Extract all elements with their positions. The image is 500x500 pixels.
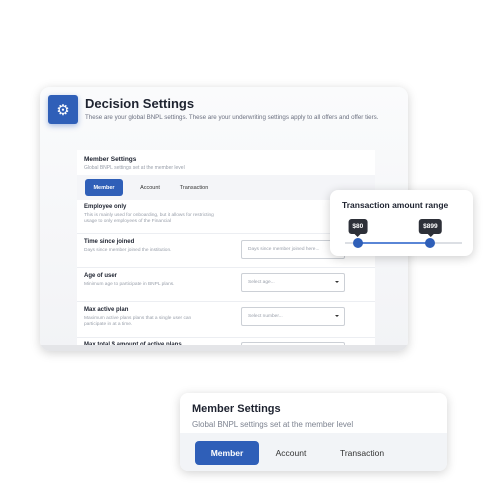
window-footer — [40, 345, 408, 351]
page-title: Decision Settings — [85, 96, 195, 111]
card-subtitle: Global BNPL settings set at the member l… — [84, 165, 185, 171]
row-desc: Days since member joined the institution… — [84, 248, 172, 253]
page-subtitle: These are your global BNPL settings. The… — [85, 114, 379, 121]
chevron-down-icon — [335, 315, 339, 317]
max-active-plan-select[interactable]: Select number... — [241, 307, 345, 326]
age-select[interactable]: Select age... — [241, 273, 345, 292]
max-value-tooltip: $899 — [419, 219, 442, 237]
range-title: Transaction amount range — [342, 200, 449, 210]
chevron-down-icon — [335, 281, 339, 283]
max-active-select-value: Select number... — [248, 314, 283, 319]
tab-transaction[interactable]: Transaction — [328, 441, 396, 465]
max-slider-handle[interactable] — [425, 238, 436, 248]
row-label: Max active plan — [84, 307, 129, 313]
transaction-range-card: Transaction amount range $80 $899 — [330, 190, 473, 256]
row-desc: Maximum active plans plans that a single… — [84, 316, 192, 327]
card-title: Member Settings — [84, 156, 137, 163]
min-value-tooltip: $80 — [348, 219, 368, 237]
card-subtitle: Global BNPL settings set at the member l… — [192, 420, 354, 429]
tab-transaction[interactable]: Transaction — [169, 179, 219, 196]
tab-member[interactable]: Member — [195, 441, 259, 465]
row-label: Time since joined — [84, 239, 135, 245]
row-age-of-user: Age of user Minimum age to participate i… — [77, 268, 375, 302]
row-desc: This is mainly used for onboarding, but … — [84, 213, 214, 224]
row-max-active-plan: Max active plan Maximum active plans pla… — [77, 302, 375, 338]
range-fill — [357, 242, 431, 244]
row-desc: Minimum age to participate in BNPL plans… — [84, 282, 175, 287]
tab-member[interactable]: Member — [85, 179, 123, 196]
age-select-value: Select age... — [248, 280, 275, 285]
card-title: Member Settings — [192, 403, 281, 415]
min-slider-handle[interactable] — [352, 238, 363, 248]
row-label: Employee only — [84, 204, 127, 210]
gear-icon: ⚙ — [48, 95, 78, 124]
tab-account[interactable]: Account — [265, 441, 317, 465]
tab-bar: Member Account Transaction — [180, 433, 447, 471]
member-settings-zoom-card: Member Settings Global BNPL settings set… — [180, 393, 447, 471]
row-label: Age of user — [84, 273, 118, 279]
tab-account[interactable]: Account — [132, 179, 168, 196]
